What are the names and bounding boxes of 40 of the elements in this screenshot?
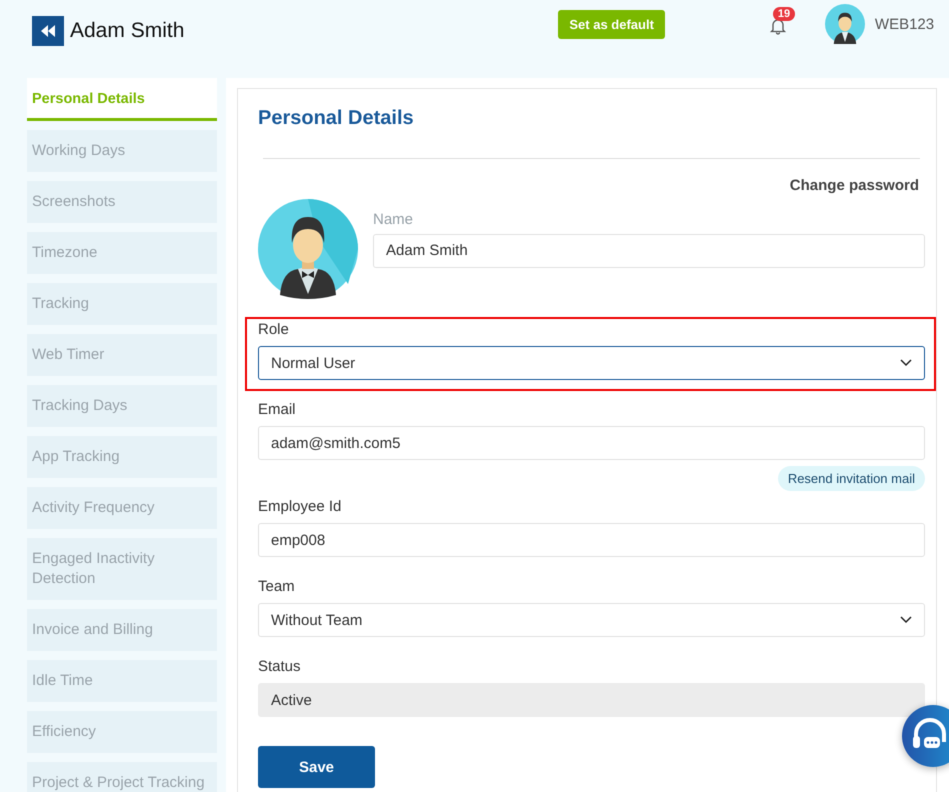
bell-icon[interactable] xyxy=(768,17,787,35)
sidebar-item[interactable]: App Tracking xyxy=(27,436,217,478)
section-title: Personal Details xyxy=(258,107,415,131)
field-label: Role xyxy=(258,321,290,340)
sidebar-item[interactable]: Tracking xyxy=(27,283,217,325)
sidebar-item[interactable]: Project & Project Tracking xyxy=(27,762,217,792)
sidebar-item[interactable]: Efficiency xyxy=(27,711,217,753)
input-field[interactable]: Active xyxy=(258,683,925,717)
sidebar-item[interactable]: Engaged Inactivity Detection xyxy=(27,538,217,600)
sidebar-item[interactable]: Idle Time xyxy=(27,660,217,702)
sidebar-item[interactable]: Invoice and Billing xyxy=(27,609,217,651)
dropdown[interactable]: Without Team xyxy=(258,603,925,637)
page-title: Adam Smith xyxy=(70,19,184,43)
chevron-down-icon xyxy=(900,616,912,624)
input-field[interactable]: emp008 xyxy=(258,523,925,557)
field-label: Team xyxy=(258,578,296,597)
sidebar-item[interactable]: Screenshots xyxy=(27,181,217,223)
notification-badge: 19 xyxy=(772,7,796,21)
change-password-link[interactable]: Change password xyxy=(790,177,919,194)
sidebar-item[interactable]: Personal Details xyxy=(27,78,217,121)
field-label: Status xyxy=(258,658,302,677)
double-arrow-left-icon xyxy=(41,25,55,37)
avatar[interactable] xyxy=(824,4,865,44)
chevron-down-icon xyxy=(900,359,912,367)
field-label: Email xyxy=(258,401,297,420)
name-field[interactable]: Adam Smith xyxy=(373,234,925,268)
sidebar-item[interactable]: Activity Frequency xyxy=(27,487,217,529)
resend-button[interactable]: Resend invitation mail xyxy=(778,466,925,491)
sidebar-item[interactable]: Web Timer xyxy=(27,334,217,376)
input-field[interactable]: adam@smith.com5 xyxy=(258,426,925,460)
dropdown[interactable]: Normal User xyxy=(258,346,925,380)
set-default-button[interactable]: Set as default xyxy=(558,10,665,38)
collapse-button[interactable] xyxy=(32,16,64,46)
sidebar-item[interactable]: Tracking Days xyxy=(27,385,217,427)
field-label: Employee Id xyxy=(258,498,342,517)
save-button[interactable]: Save xyxy=(258,746,375,788)
account-name[interactable]: WEB123 xyxy=(874,16,934,32)
sidebar-item[interactable]: Working Days xyxy=(27,130,217,172)
sidebar-item[interactable]: Timezone xyxy=(27,232,217,274)
field-label: Name xyxy=(373,210,414,228)
